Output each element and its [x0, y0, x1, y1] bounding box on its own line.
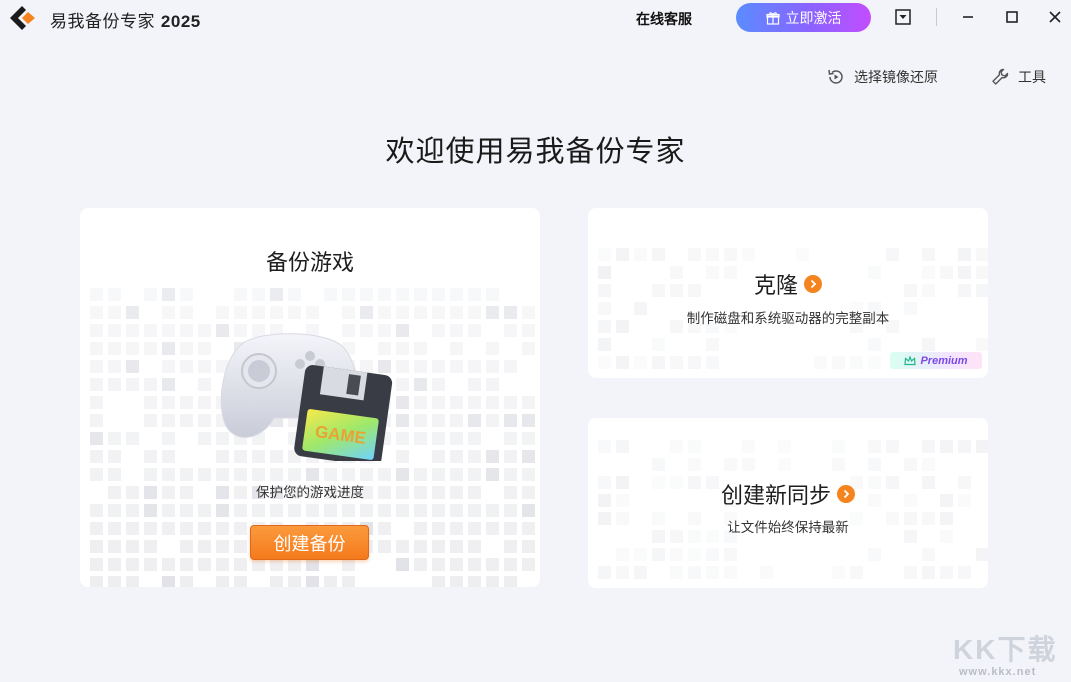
menu-dropdown-button[interactable] [891, 6, 915, 28]
premium-badge: Premium [890, 352, 982, 369]
watermark-text: KK下载 [953, 634, 1058, 665]
minimize-icon [963, 16, 973, 18]
activate-label: 立即激活 [785, 10, 842, 27]
watermark-url: www.kkx.net [959, 666, 1037, 678]
crown-icon [904, 355, 917, 365]
close-button[interactable] [1043, 6, 1067, 28]
activate-button[interactable]: 立即激活 [736, 3, 871, 32]
welcome-heading: 欢迎使用易我备份专家 [385, 134, 686, 168]
clone-subtitle: 制作磁盘和系统驱动器的完整副本 [686, 311, 890, 327]
close-icon [1049, 11, 1061, 23]
backup-game-title: 备份游戏 [265, 251, 354, 276]
chevron-right-icon [837, 485, 855, 503]
dropdown-menu-icon [895, 9, 911, 25]
sync-title-row: 创建新同步 [588, 478, 988, 510]
premium-label: Premium [920, 354, 968, 367]
restore-image-label: 选择镜像还原 [854, 70, 938, 86]
site-watermark: KK下载 www.kkx.net [953, 624, 1071, 682]
titlebar-divider [936, 8, 937, 26]
app-title: 易我备份专家 2025 [50, 7, 201, 32]
maximize-icon [1006, 11, 1018, 23]
restore-from-image-link[interactable]: 选择镜像还原 [826, 67, 938, 87]
backup-game-card[interactable]: 备份游戏 GAME 保护您的游戏进度 创建备份 [80, 208, 540, 587]
backup-game-subtitle: 保护您的游戏进度 [256, 485, 364, 501]
online-support-link[interactable]: 在线客服 [636, 9, 692, 29]
clone-title-row: 克隆 [588, 268, 988, 300]
clone-title: 克隆 [753, 274, 798, 299]
chevron-right-icon [804, 275, 822, 293]
sync-subtitle: 让文件始终保持最新 [727, 520, 849, 536]
gift-icon [765, 11, 780, 25]
tools-link[interactable]: 工具 [990, 67, 1046, 87]
new-sync-card[interactable]: 创建新同步 让文件始终保持最新 [588, 418, 988, 588]
app-name: 易我备份专家 [50, 12, 155, 32]
clone-card[interactable]: 克隆 制作磁盘和系统驱动器的完整副本 Premium [588, 208, 988, 378]
tools-label: 工具 [1018, 70, 1046, 86]
app-year: 2025 [160, 12, 201, 31]
create-backup-button[interactable]: 创建备份 [250, 525, 369, 560]
gamepad-illustration: GAME [220, 333, 393, 461]
wrench-icon [992, 68, 1009, 85]
maximize-button[interactable] [1000, 6, 1024, 28]
title-bar: 易我备份专家 2025 在线客服 立即激活 [0, 0, 1071, 36]
sync-title: 创建新同步 [720, 484, 831, 509]
minimize-button[interactable] [956, 6, 980, 28]
app-logo-icon [10, 6, 35, 30]
restore-image-icon [828, 69, 843, 84]
